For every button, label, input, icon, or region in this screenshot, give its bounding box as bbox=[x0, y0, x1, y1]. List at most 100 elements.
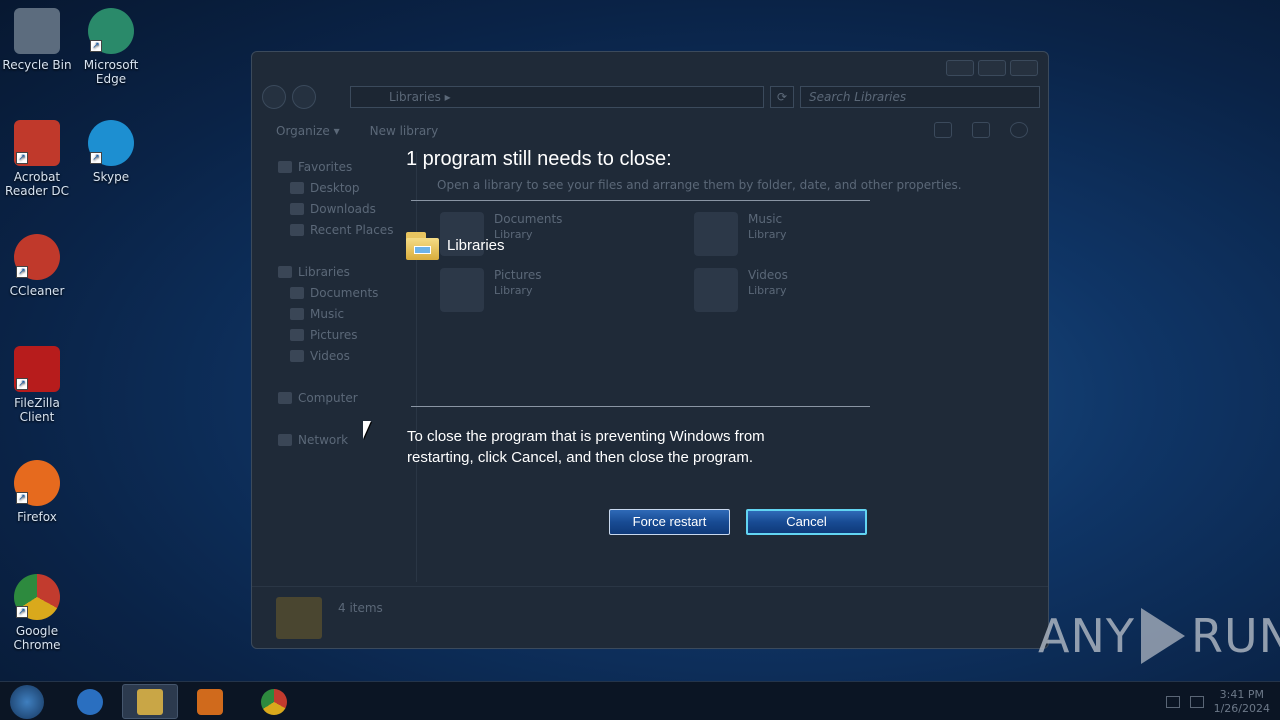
pictures-icon bbox=[440, 268, 484, 312]
desktop-icon-label: Acrobat Reader DC bbox=[5, 170, 69, 198]
force-restart-button[interactable]: Force restart bbox=[609, 509, 730, 535]
library-tile-videos[interactable]: Videos Library bbox=[694, 268, 788, 312]
desktop-icon-label: CCleaner bbox=[9, 284, 65, 298]
volume-icon[interactable] bbox=[1189, 695, 1204, 708]
clock-time: 3:41 PM bbox=[1219, 687, 1264, 701]
navigation-bar: Libraries ▸ ⟳ Search Libraries bbox=[262, 84, 1040, 110]
ccleaner-icon: ↗ bbox=[14, 234, 60, 280]
mouse-cursor-icon bbox=[363, 421, 375, 439]
taskbar-internet-explorer[interactable] bbox=[62, 684, 118, 719]
taskbar: 3:41 PM 1/26/2024 bbox=[0, 681, 1280, 720]
folder-icon bbox=[137, 688, 163, 715]
libraries-folder-icon bbox=[276, 597, 322, 639]
minimize-button[interactable] bbox=[946, 60, 974, 76]
search-placeholder: Search Libraries bbox=[809, 90, 907, 104]
desktop-icon-recycle-bin[interactable]: Recycle Bin bbox=[0, 8, 74, 72]
nav-recent-places[interactable]: Recent Places bbox=[290, 221, 393, 239]
desktop-icon-skype[interactable]: ↗ Skype bbox=[74, 120, 148, 184]
search-input[interactable]: Search Libraries bbox=[800, 86, 1040, 108]
refresh-icon[interactable]: ⟳ bbox=[770, 86, 794, 108]
nav-music[interactable]: Music bbox=[290, 305, 344, 323]
library-type: Library bbox=[748, 228, 787, 241]
start-button[interactable] bbox=[10, 685, 44, 719]
videos-icon bbox=[290, 350, 304, 362]
chrome-icon bbox=[261, 688, 287, 715]
navigation-pane: Favorites Desktop Downloads Recent Place… bbox=[262, 152, 417, 582]
top-divider bbox=[411, 200, 870, 201]
desktop-icon-label: Recycle Bin bbox=[2, 58, 72, 72]
clock[interactable]: 3:41 PM 1/26/2024 bbox=[1214, 688, 1270, 716]
program-name: Libraries bbox=[447, 236, 505, 254]
command-bar: Organize ▾ New library bbox=[252, 118, 1048, 144]
network-tray-icon[interactable] bbox=[1165, 695, 1180, 708]
desktop-icon-label: FileZilla Client bbox=[14, 396, 60, 424]
watermark-right: RUN bbox=[1190, 609, 1280, 663]
pictures-icon bbox=[290, 329, 304, 341]
chrome-icon: ↗ bbox=[14, 574, 60, 620]
taskbar-media-player[interactable] bbox=[182, 684, 238, 719]
nav-desktop[interactable]: Desktop bbox=[290, 179, 360, 197]
nav-label: Desktop bbox=[310, 181, 360, 195]
desktop-icon-label: Firefox bbox=[17, 510, 57, 524]
cancel-button[interactable]: Cancel bbox=[746, 509, 867, 535]
nav-label: Network bbox=[298, 433, 349, 447]
nav-downloads[interactable]: Downloads bbox=[290, 200, 376, 218]
nav-label: Videos bbox=[310, 349, 350, 363]
nav-network[interactable]: Network bbox=[278, 431, 348, 449]
internet-explorer-icon bbox=[77, 688, 103, 715]
library-icon bbox=[278, 266, 292, 278]
desktop-icon-chrome[interactable]: ↗ Google Chrome bbox=[0, 574, 74, 652]
star-icon bbox=[278, 161, 292, 173]
nav-videos[interactable]: Videos bbox=[290, 347, 350, 365]
window-controls bbox=[946, 60, 1038, 76]
nav-favorites[interactable]: Favorites bbox=[278, 158, 352, 176]
back-button[interactable] bbox=[262, 85, 286, 109]
address-bar[interactable]: Libraries ▸ bbox=[350, 86, 764, 108]
watermark-left: ANY bbox=[1038, 609, 1135, 663]
library-tile-music[interactable]: Music Library bbox=[694, 212, 786, 256]
filezilla-icon: ↗ bbox=[14, 346, 60, 392]
documents-icon bbox=[290, 287, 304, 299]
nav-documents[interactable]: Documents bbox=[290, 284, 378, 302]
close-button[interactable] bbox=[1010, 60, 1038, 76]
nav-pictures[interactable]: Pictures bbox=[290, 326, 358, 344]
forward-button[interactable] bbox=[292, 85, 316, 109]
clock-date: 1/26/2024 bbox=[1213, 701, 1270, 715]
downloads-icon bbox=[290, 203, 304, 215]
library-type: Library bbox=[748, 284, 787, 297]
view-controls bbox=[934, 122, 1028, 138]
nav-libraries[interactable]: Libraries bbox=[278, 263, 350, 281]
nav-label: Computer bbox=[298, 391, 358, 405]
library-tile-pictures[interactable]: Pictures Library bbox=[440, 268, 542, 312]
taskbar-chrome[interactable] bbox=[246, 684, 302, 719]
nav-computer[interactable]: Computer bbox=[278, 389, 358, 407]
desktop-icon-edge[interactable]: ↗ Microsoft Edge bbox=[74, 8, 148, 86]
edge-icon: ↗ bbox=[88, 8, 134, 54]
computer-icon bbox=[278, 392, 292, 404]
desktop-icon-filezilla[interactable]: ↗ FileZilla Client bbox=[0, 346, 74, 424]
desktop-icon-ccleaner[interactable]: ↗ CCleaner bbox=[0, 234, 74, 298]
recycle-bin-icon bbox=[14, 8, 60, 54]
maximize-button[interactable] bbox=[978, 60, 1006, 76]
desktop-icon-label: Skype bbox=[92, 170, 130, 184]
change-view-icon[interactable] bbox=[934, 122, 952, 138]
preview-pane-icon[interactable] bbox=[972, 122, 990, 138]
videos-icon bbox=[694, 268, 738, 312]
help-icon[interactable] bbox=[1010, 122, 1028, 138]
new-library-button[interactable]: New library bbox=[370, 124, 439, 138]
nav-label: Music bbox=[310, 307, 345, 321]
address-text: Libraries bbox=[389, 90, 441, 104]
nav-label: Recent Places bbox=[310, 223, 394, 237]
nav-label: Documents bbox=[310, 286, 379, 300]
blocking-message: To close the program that is preventing … bbox=[407, 428, 765, 466]
organize-button[interactable]: Organize ▾ bbox=[276, 124, 340, 138]
desktop-icon-acrobat[interactable]: ↗ Acrobat Reader DC bbox=[0, 120, 74, 198]
bottom-divider bbox=[411, 406, 870, 407]
skype-icon: ↗ bbox=[88, 120, 134, 166]
music-icon bbox=[694, 212, 738, 256]
desktop-icon bbox=[290, 182, 304, 194]
nav-label: Pictures bbox=[310, 328, 358, 342]
nav-label: Favorites bbox=[298, 160, 353, 174]
taskbar-explorer[interactable] bbox=[122, 684, 178, 719]
desktop-icon-firefox[interactable]: ↗ Firefox bbox=[0, 460, 74, 524]
